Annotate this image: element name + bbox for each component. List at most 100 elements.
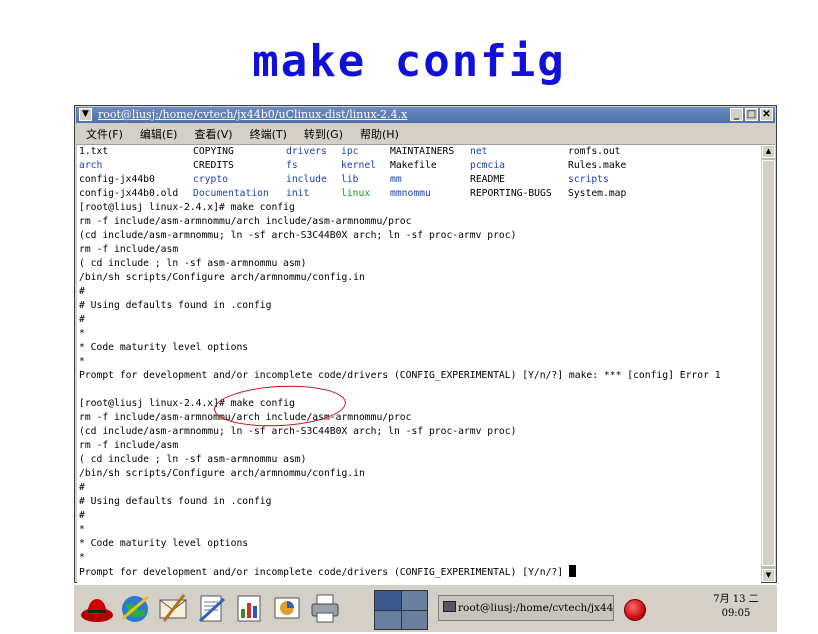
close-icon[interactable]: ✕	[760, 108, 773, 121]
taskbar-terminal-button[interactable]: root@liusj:/home/cvtech/jx44b0/u	[438, 595, 614, 621]
terminal-line: /bin/sh scripts/Configure arch/armnommu/…	[79, 468, 365, 479]
ls-entry: mm	[390, 174, 402, 185]
terminal-line: Prompt for development and/or incomplete…	[79, 370, 721, 381]
ls-entry: REPORTING-BUGS	[470, 188, 552, 199]
ls-entry: drivers	[286, 146, 327, 157]
ls-entry: arch	[79, 160, 103, 171]
scrollbar[interactable]: ▲ ▼	[762, 145, 775, 582]
ls-row: 1.txt COPYING drivers ipc MAINTAINERS net romf…	[77, 145, 761, 159]
ls-entry: crypto	[193, 174, 228, 185]
terminal-line: ( cd include ; ln -sf asm-armnommu asm)	[79, 454, 307, 465]
ls-entry: lib	[341, 174, 359, 185]
ls-entry: MAINTAINERS	[390, 146, 455, 157]
menu-help[interactable]: 帮助(H)	[360, 126, 399, 142]
ls-entry: fs	[286, 160, 298, 171]
writer-icon[interactable]	[194, 591, 228, 625]
terminal-line: (cd include/asm-armnommu; ln -sf arch-S3…	[79, 230, 517, 241]
terminal-line: [root@liusj linux-2.4.x]# make config	[79, 398, 295, 409]
window-menu-icon[interactable]: ▼	[79, 108, 92, 121]
workspace-3[interactable]	[375, 610, 401, 629]
terminal-line: rm -f include/asm-armnommu/arch include/…	[79, 216, 412, 227]
mail-icon[interactable]	[156, 591, 190, 625]
window-title: root@liusj:/home/cvtech/jx44b0/uClinux-d…	[98, 108, 408, 121]
print-icon[interactable]	[308, 591, 342, 625]
ls-entry: Rules.make	[568, 160, 627, 171]
ls-entry: scripts	[568, 174, 609, 185]
clock-date: 7月 13 二	[713, 594, 759, 605]
text-cursor	[568, 565, 576, 577]
ls-row: arch CREDITS fs kernel Makefile pcmcia Rules.m…	[77, 159, 761, 173]
menu-file[interactable]: 文件(F)	[86, 126, 123, 142]
terminal-output[interactable]: 1.txt COPYING drivers ipc MAINTAINERS net romf…	[77, 145, 761, 583]
ls-entry: COPYING	[193, 146, 234, 157]
ls-entry: mmnommu	[390, 188, 431, 199]
terminal-line: *	[79, 328, 85, 339]
browser-icon[interactable]	[118, 591, 152, 625]
terminal-mini-icon	[443, 601, 456, 612]
scroll-up-icon[interactable]: ▲	[762, 145, 775, 158]
terminal-line: rm -f include/asm	[79, 244, 179, 255]
ls-entry: README	[470, 174, 505, 185]
terminal-line: #	[79, 510, 85, 521]
scrollbar-thumb[interactable]	[762, 160, 775, 566]
ls-entry: init	[286, 188, 310, 199]
minimize-icon[interactable]: _	[730, 108, 743, 121]
calc-icon[interactable]	[232, 591, 266, 625]
ls-entry: romfs.out	[568, 146, 621, 157]
menu-edit[interactable]: 编辑(E)	[140, 126, 178, 142]
terminal-line: (cd include/asm-armnommu; ln -sf arch-S3…	[79, 426, 517, 437]
menu-terminal[interactable]: 终端(T)	[250, 126, 287, 142]
menu-goto[interactable]: 转到(G)	[304, 126, 343, 142]
terminal-window: ▼ root@liusj:/home/cvtech/jx44b0/uClinux…	[74, 105, 777, 583]
ls-row: config-jx44b0.old Documentation init linux m…	[77, 187, 761, 201]
ls-entry: Makefile	[390, 160, 437, 171]
terminal-line: *	[79, 552, 85, 563]
workspace-2[interactable]	[401, 591, 427, 610]
terminal-line: Prompt for development and/or incomplete…	[77, 565, 761, 579]
terminal-line: * Code maturity level options	[79, 342, 249, 353]
taskbar: root@liusj:/home/cvtech/jx44b0/u 7月 13 二…	[74, 584, 777, 632]
ls-row: config-jx44b0 crypto include lib mm README scr…	[77, 173, 761, 187]
ls-entry: include	[286, 174, 327, 185]
menu-view[interactable]: 查看(V)	[194, 126, 232, 142]
terminal-line: *	[79, 524, 85, 535]
maximize-icon[interactable]: □	[745, 108, 758, 121]
terminal-line: ( cd include ; ln -sf asm-armnommu asm)	[79, 258, 307, 269]
ls-entry: config-jx44b0	[79, 174, 155, 185]
impress-icon[interactable]	[270, 591, 304, 625]
scroll-down-icon[interactable]: ▼	[762, 569, 775, 582]
ls-entry: CREDITS	[193, 160, 234, 171]
terminal-line: # Using defaults found in .config	[79, 300, 272, 311]
update-alert-icon[interactable]	[624, 599, 646, 621]
terminal-line: rm -f include/asm	[79, 440, 179, 451]
terminal-line: rm -f include/asm-armnommu/arch include/…	[79, 412, 412, 423]
terminal-line: #	[79, 286, 85, 297]
ls-entry: Documentation	[193, 188, 269, 199]
ls-entry: pcmcia	[470, 160, 505, 171]
slide-title: make config	[252, 36, 566, 87]
window-titlebar[interactable]: ▼ root@liusj:/home/cvtech/jx44b0/uClinux…	[76, 107, 775, 123]
terminal-line: # Using defaults found in .config	[79, 496, 272, 507]
terminal-line: #	[79, 482, 85, 493]
terminal-line: /bin/sh scripts/Configure arch/armnommu/…	[79, 272, 365, 283]
ls-entry: 1.txt	[79, 146, 109, 157]
redhat-icon[interactable]	[80, 591, 114, 625]
workspace-1[interactable]	[375, 591, 401, 610]
clock-time: 09:05	[721, 608, 751, 619]
ls-entry: kernel	[341, 160, 376, 171]
menubar: 文件(F) 编辑(E) 查看(V) 终端(T) 转到(G) 帮助(H)	[76, 124, 775, 145]
terminal-line: *	[79, 356, 85, 367]
task-label: root@liusj:/home/cvtech/jx44b0/u	[458, 602, 614, 614]
workspace-4[interactable]	[401, 610, 427, 629]
ls-entry: net	[470, 146, 488, 157]
terminal-line: * Code maturity level options	[79, 538, 249, 549]
ls-entry: System.map	[568, 188, 627, 199]
workspace-pager[interactable]	[374, 590, 428, 630]
ls-entry: ipc	[341, 146, 359, 157]
ls-entry: config-jx44b0.old	[79, 188, 179, 199]
terminal-line: #	[79, 314, 85, 325]
clock[interactable]: 7月 13 二 09:05	[700, 593, 772, 621]
terminal-line: [root@liusj linux-2.4.x]# make config	[79, 202, 295, 213]
ls-entry: linux	[341, 188, 371, 199]
